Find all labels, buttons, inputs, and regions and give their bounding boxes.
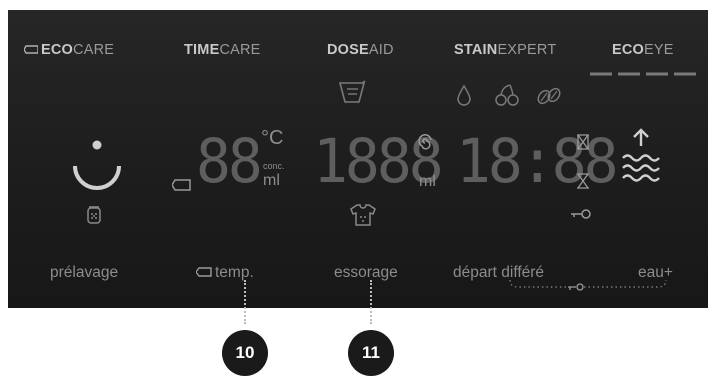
spin-button-label[interactable]: essorage (334, 264, 398, 282)
prewash-indicator-icon (73, 140, 121, 190)
detergent-cup-icon (338, 80, 366, 103)
celsius-unit: °C (261, 127, 284, 149)
key-icon (571, 209, 591, 219)
child-lock-connector (509, 280, 667, 291)
callout-10-leader (244, 280, 246, 324)
coffee-beans-stain-icon (537, 87, 561, 105)
shirt-icon (350, 204, 376, 226)
detergent-bottle-icon (87, 206, 101, 224)
tag-icon (172, 179, 191, 191)
ecoeye-level-bar (590, 72, 696, 76)
tag-icon (23, 45, 39, 54)
ecocare-label: ECOCARE (23, 42, 114, 58)
cherries-stain-icon (495, 84, 519, 106)
concentration-label: conc. (263, 161, 285, 171)
hourglass-icon (577, 173, 589, 189)
ecoeye-label: ECOEYE (612, 42, 674, 58)
spiral-icon (418, 134, 432, 150)
dose-ml-unit: ml (419, 173, 436, 190)
hourglass-icon (577, 134, 589, 150)
timecare-label: TIMECARE (184, 42, 261, 58)
callout-11: 11 (348, 330, 394, 376)
tag-icon (195, 267, 212, 277)
callout-11-leader (370, 280, 372, 324)
time-digits: 18:88 (456, 125, 619, 197)
prewash-label: prélavage (50, 264, 119, 281)
drop-stain-icon (457, 84, 471, 106)
stainexpert-label: STAINEXPERT (454, 42, 557, 58)
extra-water-icon (622, 128, 660, 182)
callout-10: 10 (222, 330, 268, 376)
temperature-digits: 88 (196, 125, 263, 197)
temp-ml-unit: ml (263, 172, 280, 189)
doseaid-label: DOSEAID (327, 42, 394, 58)
control-panel-display: ECOCARE TIMECARE DOSEAID STAINEXPERT ECO… (8, 10, 708, 308)
